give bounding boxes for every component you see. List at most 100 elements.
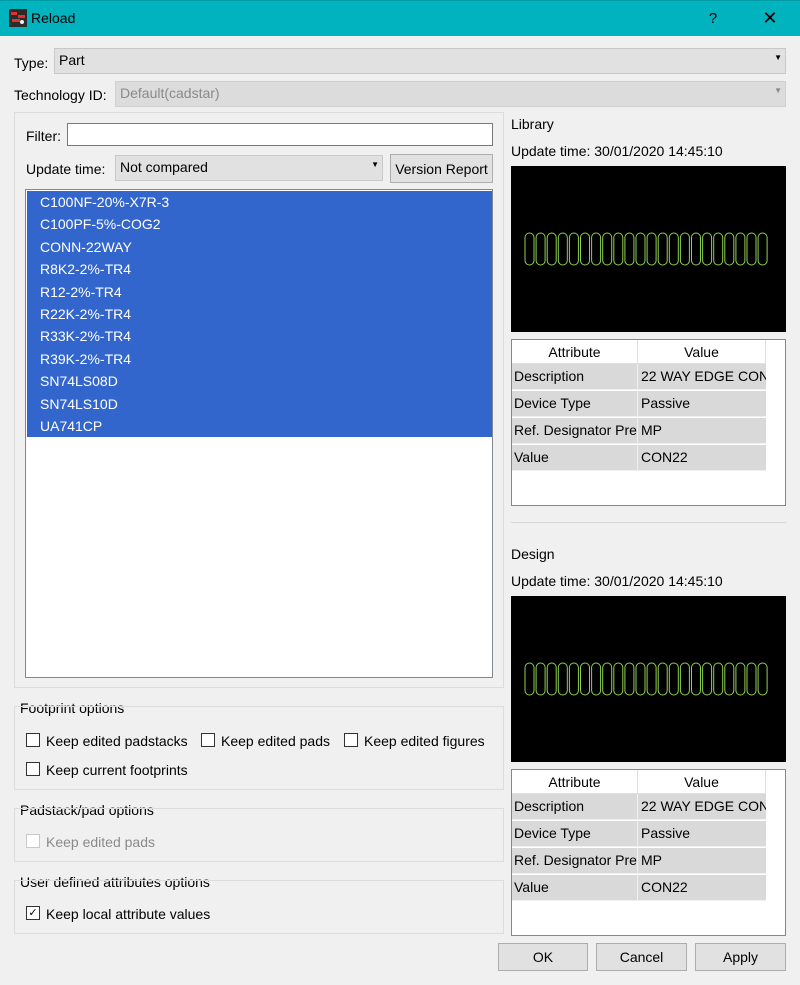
cancel-button[interactable]: Cancel	[596, 943, 687, 971]
list-item[interactable]: R39K-2%-TR4	[27, 347, 492, 371]
list-item[interactable]: R12-2%-TR4	[27, 280, 492, 303]
library-update-time: Update time: 30/01/2020 14:45:10	[511, 143, 723, 159]
pad	[624, 232, 635, 266]
design-attribute-table: Attribute Value Description 22 WAY EDGE C…	[511, 769, 786, 936]
table-row-attribute[interactable]: Value	[512, 445, 638, 471]
design-value-header[interactable]: Value	[638, 770, 766, 794]
pad	[691, 662, 701, 696]
pad	[679, 232, 690, 266]
padstack-keep-pads-label: Keep edited pads	[46, 834, 155, 850]
list-item[interactable]: C100PF-5%-COG2	[27, 213, 492, 236]
table-row-value[interactable]: MP	[638, 418, 766, 444]
pad	[535, 662, 546, 696]
list-item[interactable]: CONN-22WAY	[27, 235, 492, 259]
library-attribute-table: Attribute Value Description 22 WAY EDGE C…	[511, 339, 786, 506]
table-row-attribute[interactable]: Device Type	[512, 391, 638, 417]
pad	[679, 662, 690, 696]
window-title: Reload	[31, 10, 76, 26]
list-item[interactable]: SN74LS08D	[27, 370, 492, 393]
pad	[524, 662, 535, 696]
library-value-header[interactable]: Value	[638, 340, 766, 364]
pad	[602, 232, 613, 266]
pad	[713, 232, 724, 266]
filter-input[interactable]	[67, 123, 493, 146]
keep-pads-label: Keep edited pads	[221, 733, 330, 749]
pad	[524, 232, 535, 266]
technology-value: Default(cadstar)	[120, 85, 220, 101]
padstack-keep-pads-checkbox[interactable]	[26, 834, 40, 848]
version-report-button[interactable]: Version Report	[390, 154, 493, 183]
keep-footprints-label: Keep current footprints	[46, 762, 188, 778]
help-button[interactable]: ?	[700, 4, 726, 32]
design-heading: Design	[511, 546, 555, 562]
list-item[interactable]: C100NF-20%-X7R-3	[27, 191, 492, 214]
table-row-attribute[interactable]: Device Type	[512, 821, 638, 847]
check-icon: ✓	[28, 906, 38, 919]
pad	[557, 662, 568, 696]
pad	[602, 662, 613, 696]
technology-label: Technology ID:	[14, 87, 107, 103]
filter-label: Filter:	[26, 128, 61, 144]
list-item[interactable]: R22K-2%-TR4	[27, 303, 492, 326]
keep-footprints-checkbox[interactable]	[26, 762, 40, 776]
table-row-value[interactable]: Passive	[638, 391, 766, 417]
keep-pads-checkbox[interactable]	[201, 733, 215, 747]
design-attribute-header[interactable]: Attribute	[512, 770, 638, 794]
pad	[724, 232, 735, 266]
pad	[657, 662, 668, 696]
table-row-value[interactable]: CON22	[638, 875, 766, 901]
keep-local-label: Keep local attribute values	[46, 906, 211, 922]
design-pads	[524, 662, 768, 696]
keep-local-checkbox[interactable]: ✓	[26, 906, 40, 920]
design-footprint-preview	[511, 596, 786, 762]
table-row-value[interactable]: 22 WAY EDGE CON	[638, 364, 766, 390]
design-update-time: Update time: 30/01/2020 14:45:10	[511, 573, 723, 589]
parts-list[interactable]: C100NF-20%-X7R-3 C100PF-5%-COG2 CONN-22WAY…	[25, 189, 493, 678]
pad	[635, 232, 646, 266]
pad	[757, 232, 768, 266]
pad	[724, 662, 735, 696]
pad	[613, 662, 624, 696]
apply-button[interactable]: Apply	[695, 943, 786, 971]
pad	[646, 662, 657, 696]
section-divider	[511, 522, 786, 523]
update-time-value: Not compared	[120, 159, 208, 175]
keep-padstacks-label: Keep edited padstacks	[46, 733, 188, 749]
table-row-attribute[interactable]: Value	[512, 875, 638, 901]
library-footprint-preview	[511, 166, 786, 332]
technology-select[interactable]: Default(cadstar) ▼	[115, 81, 786, 107]
pad	[580, 662, 590, 696]
pad	[735, 662, 746, 696]
title-bar	[0, 0, 800, 36]
table-row-attribute[interactable]: Ref. Designator Pre	[512, 848, 638, 874]
table-row-value[interactable]: MP	[638, 848, 766, 874]
table-row-value[interactable]: Passive	[638, 821, 766, 847]
table-row-attribute[interactable]: Ref. Designator Pre	[512, 418, 638, 444]
pad	[635, 662, 646, 696]
keep-padstacks-checkbox[interactable]	[26, 733, 40, 747]
close-button[interactable]: ✕	[752, 4, 788, 32]
table-row-value[interactable]: CON22	[638, 445, 766, 471]
pad	[713, 662, 724, 696]
ok-button[interactable]: OK	[498, 943, 588, 971]
pad	[546, 232, 557, 266]
keep-figures-checkbox[interactable]	[344, 733, 358, 747]
pad	[535, 232, 546, 266]
update-time-select[interactable]: Not compared ▼	[115, 155, 383, 181]
table-row-attribute[interactable]: Description	[512, 364, 638, 390]
list-item[interactable]: R33K-2%-TR4	[27, 325, 492, 348]
type-value: Part	[59, 52, 85, 68]
library-attribute-header[interactable]: Attribute	[512, 340, 638, 364]
list-item[interactable]: UA741CP	[27, 415, 492, 438]
type-select[interactable]: Part ▼	[54, 48, 786, 74]
pad	[735, 232, 746, 266]
pad	[613, 232, 624, 266]
table-row-attribute[interactable]: Description	[512, 794, 638, 820]
list-item[interactable]: SN74LS10D	[27, 392, 492, 415]
pad	[702, 232, 713, 266]
update-time-label: Update time:	[26, 161, 106, 177]
list-item[interactable]: R8K2-2%-TR4	[27, 258, 492, 281]
pad	[580, 232, 590, 266]
table-row-value[interactable]: 22 WAY EDGE CON	[638, 794, 766, 820]
chevron-down-icon: ▼	[371, 160, 379, 169]
